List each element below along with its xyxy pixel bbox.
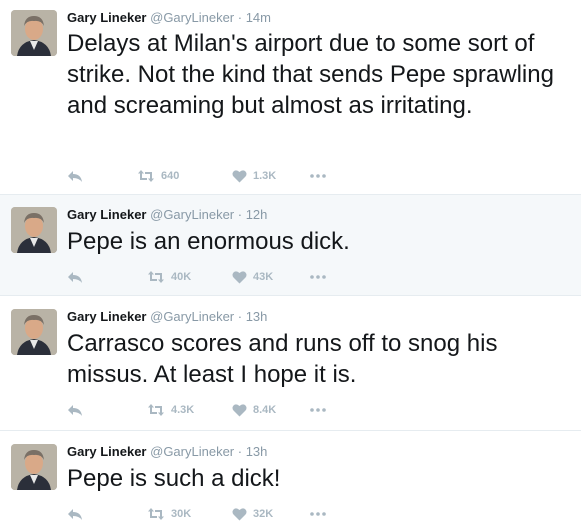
retweet-icon: [138, 170, 154, 182]
avatar[interactable]: [11, 207, 57, 253]
reply-button[interactable]: [67, 167, 83, 185]
tweet-actions: 640 1.3K: [67, 167, 367, 185]
more-dots-icon: [310, 408, 326, 412]
author-handle[interactable]: @GaryLineker: [150, 10, 234, 25]
reply-button[interactable]: [67, 401, 83, 419]
tweet-text: Carrasco scores and runs off to snog his…: [67, 330, 498, 388]
retweet-button[interactable]: 40K: [147, 268, 191, 286]
retweet-button[interactable]: 4.3K: [147, 401, 194, 419]
tweet-actions: 30K 32K: [67, 505, 367, 523]
reply-button[interactable]: [67, 505, 83, 523]
retweet-icon: [148, 508, 164, 520]
retweet-count: 640: [161, 170, 180, 182]
author-handle[interactable]: @GaryLineker: [150, 444, 234, 459]
like-button[interactable]: 8.4K: [232, 401, 276, 419]
like-count: 32K: [253, 508, 274, 520]
reply-icon: [68, 272, 82, 283]
author-handle[interactable]: @GaryLineker: [150, 207, 234, 222]
like-button[interactable]: 32K: [232, 505, 273, 523]
tweet[interactable]: Gary Lineker @GaryLineker · 13h Pepe is …: [0, 431, 581, 532]
retweet-count: 30K: [171, 508, 192, 520]
tweet-text: Delays at Milan's airport due to some so…: [67, 30, 554, 119]
like-count: 1.3K: [253, 170, 277, 182]
author-name[interactable]: Gary Lineker: [67, 207, 147, 222]
tweet-timestamp[interactable]: · 14m: [238, 10, 271, 25]
retweet-count: 40K: [171, 271, 192, 283]
retweet-button[interactable]: 30K: [147, 505, 191, 523]
avatar[interactable]: [11, 309, 57, 355]
reply-button[interactable]: [67, 268, 83, 286]
more-button[interactable]: [310, 401, 326, 419]
more-button[interactable]: [310, 268, 326, 286]
more-button[interactable]: [310, 505, 326, 523]
tweet[interactable]: Gary Lineker @GaryLineker · 13h Carrasco…: [0, 296, 581, 431]
like-button[interactable]: 43K: [232, 268, 273, 286]
tweet[interactable]: Gary Lineker @GaryLineker · 12h Pepe is …: [0, 195, 581, 296]
avatar[interactable]: [11, 444, 57, 490]
tweet-actions: 40K 43K: [67, 268, 367, 286]
retweet-icon: [148, 271, 164, 283]
like-button[interactable]: 1.3K: [232, 167, 276, 185]
reply-icon: [68, 405, 82, 416]
author-name[interactable]: Gary Lineker: [67, 10, 147, 25]
more-dots-icon: [310, 512, 326, 516]
tweet-timestamp[interactable]: · 12h: [238, 207, 268, 222]
like-count: 43K: [253, 271, 274, 283]
reply-icon: [68, 509, 82, 520]
tweet-timestamp[interactable]: · 13h: [238, 309, 268, 324]
tweet-text: Pepe is such a dick!: [67, 465, 281, 492]
retweet-icon: [148, 404, 164, 416]
heart-icon: [232, 508, 247, 521]
tweet-actions: 4.3K 8.4K: [67, 401, 367, 419]
heart-icon: [232, 404, 247, 417]
more-dots-icon: [310, 275, 326, 279]
more-dots-icon: [310, 174, 326, 178]
more-button[interactable]: [310, 167, 326, 185]
tweet-timestamp[interactable]: · 13h: [238, 444, 268, 459]
author-handle[interactable]: @GaryLineker: [150, 309, 234, 324]
author-name[interactable]: Gary Lineker: [67, 309, 147, 324]
avatar[interactable]: [11, 10, 57, 56]
author-name[interactable]: Gary Lineker: [67, 444, 147, 459]
retweet-count: 4.3K: [171, 404, 195, 416]
heart-icon: [232, 271, 247, 284]
like-count: 8.4K: [253, 404, 277, 416]
tweet-text: Pepe is an enormous dick.: [67, 228, 350, 255]
reply-icon: [68, 171, 82, 182]
tweet[interactable]: Gary Lineker @GaryLineker · 14m Delays a…: [0, 0, 581, 195]
retweet-button[interactable]: 640: [137, 167, 179, 185]
heart-icon: [232, 170, 247, 183]
